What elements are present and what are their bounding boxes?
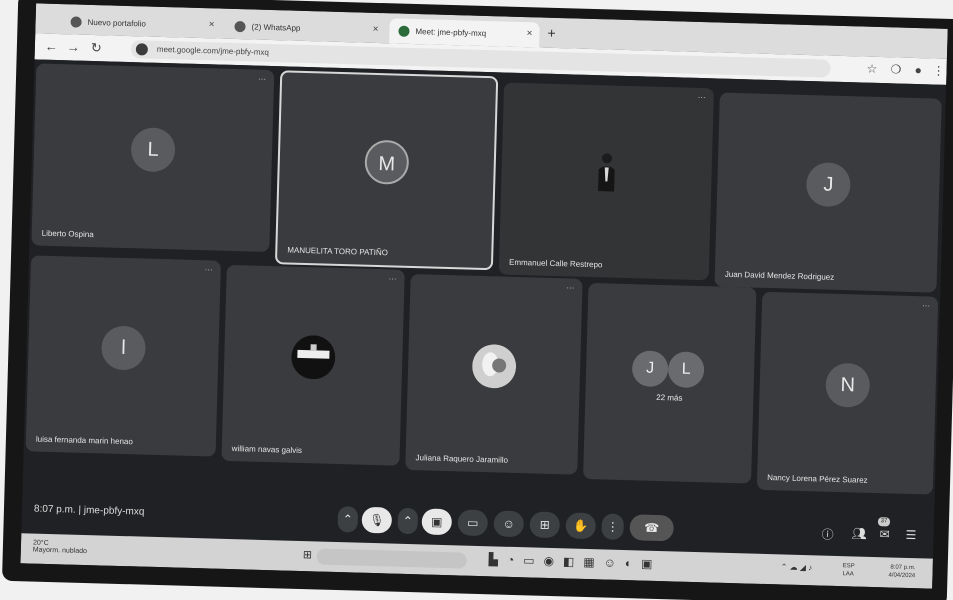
- participant-name: Emmanuel Calle Restrepo: [508, 257, 603, 270]
- close-icon[interactable]: ×: [526, 28, 532, 39]
- people-icon[interactable]: 👥︎: [851, 526, 867, 540]
- participant-name: Juan David Mendez Rodriguez: [724, 269, 835, 282]
- participant-name: Liberto Ospina: [41, 228, 94, 240]
- profile-icon[interactable]: ●: [914, 63, 922, 77]
- menu-icon[interactable]: ⋮: [932, 63, 944, 77]
- avatar: N: [825, 362, 871, 408]
- more-options-button[interactable]: ⋮: [601, 513, 625, 541]
- taskbar-search[interactable]: [316, 548, 467, 569]
- mic-toggle-button[interactable]: 🎙︎: [361, 506, 393, 534]
- participant-name: luisa fernanda marin henao: [35, 434, 133, 447]
- new-tab-button[interactable]: +: [547, 25, 556, 41]
- url-text: meet.google.com/jme-pbfy-mxq: [156, 44, 270, 57]
- participant-tile[interactable]: ⋯ L Liberto Ospina: [31, 63, 275, 253]
- meet-grid: ⋯ L Liberto Ospina M MANUELITA TORO PATI…: [21, 59, 947, 539]
- participant-tile[interactable]: ⋯ william navas galvis: [221, 264, 405, 466]
- windows-start-icon[interactable]: ⊞: [303, 548, 313, 561]
- meet-icon: [398, 25, 410, 37]
- taskbar-clock[interactable]: 8:07 p.m. 4/04/2024: [888, 563, 915, 580]
- participant-name: william navas galvis: [231, 444, 303, 456]
- avatar: l: [100, 325, 147, 371]
- more-count: 22 más: [656, 392, 683, 403]
- profile-photo: [291, 335, 336, 380]
- laptop-bezel: Nuevo portafolio × (2) WhatsApp × Meet: …: [1, 0, 953, 600]
- activities-icon[interactable]: ☰: [905, 528, 916, 542]
- site-info-icon[interactable]: [135, 43, 149, 56]
- present-button[interactable]: ⊞: [529, 511, 561, 539]
- participant-name: MANUELITA TORO PATIÑO: [287, 245, 389, 258]
- screen: Nuevo portafolio × (2) WhatsApp × Meet: …: [20, 3, 948, 589]
- language-indicator[interactable]: ESP LAA: [842, 562, 854, 578]
- taskbar-pinned-apps[interactable]: ▙◔▭◉◧▦☺◐▣: [489, 552, 662, 571]
- close-icon[interactable]: ×: [373, 24, 379, 35]
- mic-off-icon: ⋯: [257, 74, 267, 84]
- mic-off-icon: ⋯: [388, 274, 397, 284]
- photo-background: Nuevo portafolio × (2) WhatsApp × Meet: …: [0, 0, 953, 600]
- lang-line: LAA: [842, 571, 854, 578]
- participant-tile[interactable]: ⋯ N Nancy Lorena Pérez Suarez: [756, 291, 939, 495]
- participant-tile-speaking[interactable]: M MANUELITA TORO PATIÑO: [274, 70, 499, 271]
- tab-label: (2) WhatsApp: [251, 22, 301, 33]
- camera-options-button[interactable]: ⌃: [397, 507, 419, 535]
- participant-count-badge: 37: [877, 517, 891, 527]
- weather-desc: Mayorm. nublado: [32, 546, 88, 556]
- close-icon[interactable]: ×: [209, 19, 215, 30]
- info-icon[interactable]: ⓘ: [821, 526, 833, 543]
- back-icon[interactable]: ←: [45, 39, 58, 54]
- whatsapp-icon: [234, 20, 246, 33]
- meeting-info: 8:07 p.m. | jme-pbfy-mxq: [33, 503, 145, 518]
- avatar: L: [667, 351, 705, 389]
- extensions-icon[interactable]: ❍: [890, 62, 901, 76]
- avatar: L: [130, 127, 176, 173]
- participant-name: Juliana Raquero Jaramillo: [415, 453, 509, 465]
- camera-toggle-button[interactable]: ▣: [421, 508, 453, 536]
- tab-label: Nuevo portafolio: [87, 17, 146, 29]
- mic-off-icon: ⋯: [921, 301, 931, 311]
- mic-off-icon: ⋯: [566, 283, 575, 293]
- raise-hand-button[interactable]: ✋: [565, 512, 597, 540]
- mic-off-icon: ⋯: [204, 265, 213, 275]
- clock-time: 8:07 p.m.: [33, 503, 76, 516]
- star-icon[interactable]: ☆: [866, 62, 877, 76]
- tab-favicon-icon: [70, 16, 82, 28]
- participant-tile[interactable]: ⋯ Emmanuel Calle Restrepo: [498, 82, 714, 281]
- leave-call-button[interactable]: ☎: [629, 514, 675, 542]
- more-participants-tile[interactable]: J L 22 más: [583, 282, 757, 484]
- participant-tile[interactable]: ⋯ l luisa fernanda marin henao: [25, 255, 221, 457]
- date-line: 4/04/2024: [888, 572, 916, 580]
- avatar: M: [364, 139, 410, 185]
- avatar: J: [805, 162, 851, 208]
- tab-label: Meet: jme-pbfy-mxq: [415, 27, 487, 38]
- participant-tile[interactable]: ⋯ Juliana Raquero Jaramillo: [405, 273, 583, 475]
- mic-off-icon: ⋯: [697, 92, 706, 103]
- mic-options-button[interactable]: ⌃: [337, 506, 359, 533]
- participant-video-icon: [598, 153, 615, 192]
- system-tray[interactable]: ⌃ ☁ ◢ ♪: [781, 562, 813, 572]
- emoji-button[interactable]: ☺: [493, 510, 525, 538]
- more-participants: J L 22 más: [629, 350, 711, 412]
- profile-photo: [472, 344, 517, 389]
- reload-icon[interactable]: ↻: [91, 40, 102, 56]
- meeting-code: jme-pbfy-mxq: [83, 504, 145, 518]
- forward-icon[interactable]: →: [67, 39, 80, 54]
- avatar: J: [631, 350, 669, 388]
- captions-button[interactable]: ▭: [457, 509, 489, 537]
- participant-tile[interactable]: J Juan David Mendez Rodriguez: [714, 92, 942, 293]
- participant-name: Nancy Lorena Pérez Suarez: [767, 473, 868, 485]
- chat-icon[interactable]: ✉: [879, 527, 889, 541]
- weather-widget[interactable]: 20°C Mayorm. nublado: [33, 540, 87, 556]
